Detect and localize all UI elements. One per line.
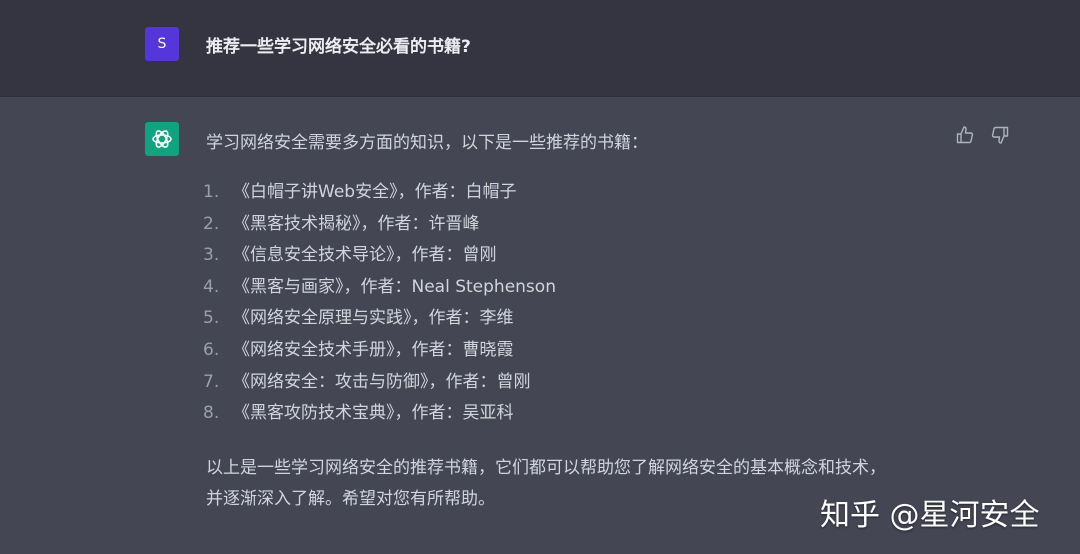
list-item: 7. 《网络安全：攻击与防御》，作者：曾刚 [203,367,556,399]
list-item: 4. 《黑客与画家》，作者：Neal Stephenson [203,272,556,304]
list-number: 3. [203,245,220,266]
book-list: 1. 《白帽子讲Web安全》，作者：白帽子 2. 《黑客技术揭秘》，作者：许晋峰 3… [203,177,556,430]
list-number: 7. [203,371,220,392]
list-item-text: 《白帽子讲Web安全》，作者：白帽子 [233,182,517,202]
list-item-text: 《黑客攻防技术宝典》，作者：吴亚科 [233,403,514,424]
list-item: 6. 《网络安全技术手册》，作者：曹晓霞 [203,335,556,367]
user-avatar: S [145,27,179,61]
thumbs-down-icon[interactable] [990,125,1010,145]
list-number: 6. [203,339,220,360]
list-item: 3. 《信息安全技术导论》，作者：曾刚 [203,240,556,272]
feedback-buttons [955,125,1020,149]
list-item: 5. 《网络安全原理与实践》，作者：李维 [203,303,556,335]
user-message-row: S 推荐一些学习网络安全必看的书籍? [0,0,1080,97]
list-item: 2. 《黑客技术揭秘》，作者：许晋峰 [203,209,556,241]
watermark: 知乎 @星河安全 [820,498,1040,533]
list-item-text: 《信息安全技术导论》，作者：曾刚 [233,245,497,266]
list-number: 8. [203,403,220,424]
list-number: 1. [203,182,220,202]
list-number: 5. [203,308,220,329]
thumbs-up-icon[interactable] [955,125,975,145]
list-item: 8. 《黑客攻防技术宝典》，作者：吴亚科 [203,398,556,430]
list-item-text: 《网络安全原理与实践》，作者：李维 [233,308,514,329]
list-number: 2. [203,213,220,234]
list-number: 4. [203,276,220,297]
list-item-text: 《网络安全：攻击与防御》，作者：曾刚 [233,371,531,392]
assistant-message-row: 学习网络安全需要多方面的知识，以下是一些推荐的书籍： 1. 《白帽子讲Web安全》… [0,97,1080,554]
user-message-text: 推荐一些学习网络安全必看的书籍? [206,37,471,57]
list-item-text: 《黑客与画家》，作者：Neal Stephenson [233,276,556,297]
list-item: 1. 《白帽子讲Web安全》，作者：白帽子 [203,177,556,209]
assistant-intro-text: 学习网络安全需要多方面的知识，以下是一些推荐的书籍： [206,133,648,153]
list-item-text: 《网络安全技术手册》，作者：曹晓霞 [233,339,514,360]
list-item-text: 《黑客技术揭秘》，作者：许晋峰 [233,213,480,234]
openai-logo-icon [145,122,179,156]
outro-line-1: 以上是一些学习网络安全的推荐书籍，它们都可以帮助您了解网络安全的基本概念和技术， [206,458,886,478]
